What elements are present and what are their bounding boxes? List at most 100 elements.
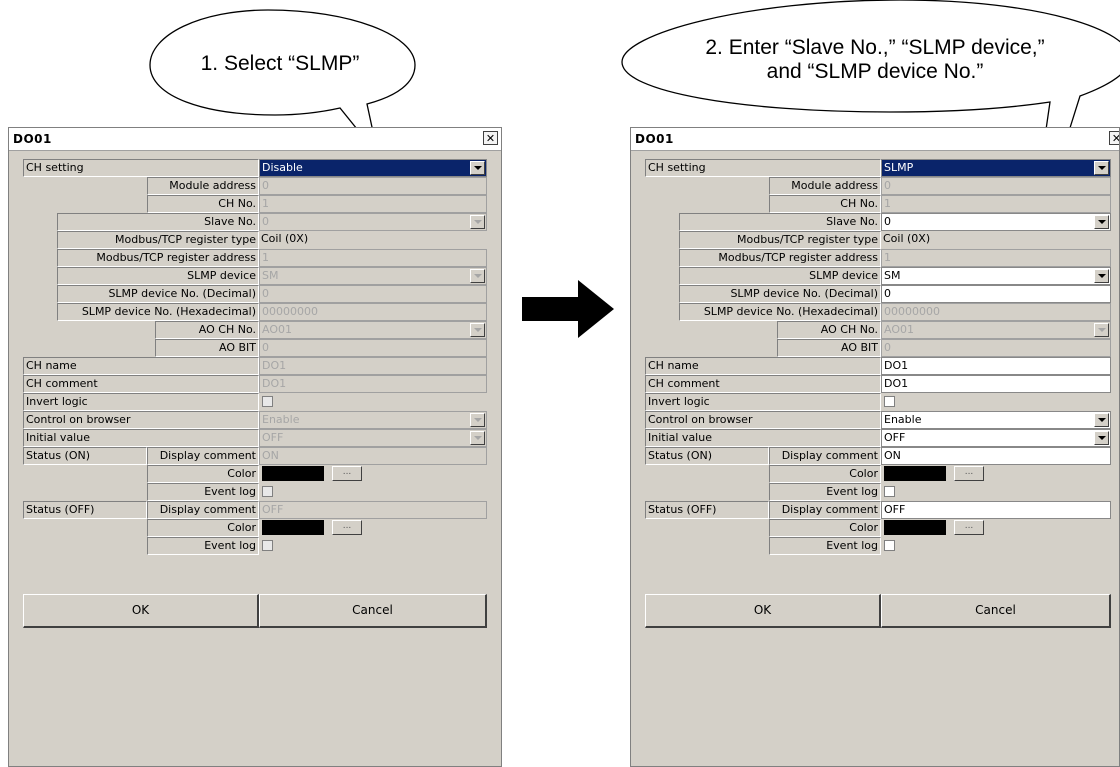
chevron-down-icon[interactable] <box>470 215 485 229</box>
chevron-down-icon[interactable] <box>1094 161 1109 175</box>
ch-comment-field[interactable]: DO1 <box>881 375 1111 393</box>
status-on-color-swatch <box>262 466 324 481</box>
chevron-down-icon[interactable] <box>470 269 485 283</box>
modbus-register-address-label: Modbus/TCP register address <box>57 249 259 267</box>
chevron-down-icon[interactable] <box>470 323 485 337</box>
slmp-device-no-hex-label: SLMP device No. (Hexadecimal) <box>679 303 881 321</box>
chevron-down-icon[interactable] <box>1094 215 1109 229</box>
status-off-color-button[interactable]: ... <box>332 520 362 535</box>
chevron-down-icon[interactable] <box>1094 431 1109 445</box>
title-bar: DO01 ✕ <box>631 128 1119 151</box>
close-button[interactable]: ✕ <box>1109 131 1119 145</box>
dialog-title: DO01 <box>635 132 674 146</box>
status-off-label: Status (OFF) <box>645 501 769 519</box>
ao-bit-field[interactable]: 0 <box>881 339 1111 357</box>
slmp-device-no-decimal-field[interactable]: 0 <box>259 285 487 303</box>
ao-ch-no-select[interactable]: AO01 <box>259 321 487 339</box>
status-on-color-label: Color <box>147 465 259 483</box>
ok-button[interactable]: OK <box>645 594 881 628</box>
right-arrow-icon <box>522 280 614 338</box>
slmp-device-no-hex-field[interactable]: 00000000 <box>259 303 487 321</box>
ch-name-field[interactable]: DO1 <box>259 357 487 375</box>
status-on-color-cell: ... <box>259 465 487 483</box>
slmp-device-select[interactable]: SM <box>881 267 1111 285</box>
ch-setting-select[interactable]: Disable <box>259 159 487 177</box>
ch-name-label: CH name <box>23 357 259 375</box>
slmp-device-no-hex-field[interactable]: 00000000 <box>881 303 1111 321</box>
chevron-down-icon[interactable] <box>1094 269 1109 283</box>
control-on-browser-value: Enable <box>262 413 300 426</box>
chevron-down-icon[interactable] <box>470 431 485 445</box>
chevron-down-icon[interactable] <box>470 413 485 427</box>
modbus-register-address-field[interactable]: 1 <box>259 249 487 267</box>
invert-logic-label: Invert logic <box>23 393 259 411</box>
ch-setting-value: Disable <box>262 161 303 174</box>
module-address-label: Module address <box>769 177 881 195</box>
chevron-down-icon[interactable] <box>1094 323 1109 337</box>
status-on-display-comment-field[interactable]: ON <box>881 447 1111 465</box>
do01-dialog-right: DO01 ✕ CH setting SLMP Module address 0 … <box>630 127 1120 767</box>
status-on-display-comment-field[interactable]: ON <box>259 447 487 465</box>
ch-no-field[interactable]: 1 <box>259 195 487 213</box>
invert-logic-cell <box>881 393 1111 411</box>
control-on-browser-select[interactable]: Enable <box>259 411 487 429</box>
ch-comment-field[interactable]: DO1 <box>259 375 487 393</box>
slmp-device-select[interactable]: SM <box>259 267 487 285</box>
status-off-color-cell: ... <box>259 519 487 537</box>
slave-no-value: 0 <box>262 215 269 228</box>
ch-comment-label: CH comment <box>23 375 259 393</box>
ch-setting-select[interactable]: SLMP <box>881 159 1111 177</box>
status-off-event-log-checkbox[interactable] <box>262 540 273 551</box>
status-on-event-log-cell <box>881 483 1111 501</box>
ch-no-field[interactable]: 1 <box>881 195 1111 213</box>
slave-no-select[interactable]: 0 <box>259 213 487 231</box>
initial-value-value: OFF <box>884 431 906 444</box>
ch-comment-label: CH comment <box>645 375 881 393</box>
status-on-label: Status (ON) <box>23 447 147 465</box>
status-on-color-button[interactable]: ... <box>954 466 984 481</box>
status-off-color-button[interactable]: ... <box>954 520 984 535</box>
status-off-event-log-label: Event log <box>147 537 259 555</box>
status-on-color-button[interactable]: ... <box>332 466 362 481</box>
status-on-event-log-checkbox[interactable] <box>884 486 895 497</box>
control-on-browser-value: Enable <box>884 413 922 426</box>
chevron-down-icon[interactable] <box>1094 413 1109 427</box>
modbus-register-address-field[interactable]: 1 <box>881 249 1111 267</box>
status-on-event-log-checkbox[interactable] <box>262 486 273 497</box>
ok-button[interactable]: OK <box>23 594 259 628</box>
status-on-event-log-label: Event log <box>147 483 259 501</box>
control-on-browser-select[interactable]: Enable <box>881 411 1111 429</box>
title-bar: DO01 ✕ <box>9 128 501 151</box>
module-address-field[interactable]: 0 <box>259 177 487 195</box>
status-off-display-comment-label: Display comment <box>769 501 881 519</box>
close-button[interactable]: ✕ <box>483 131 498 145</box>
slave-no-select[interactable]: 0 <box>881 213 1111 231</box>
status-off-display-comment-field[interactable]: OFF <box>881 501 1111 519</box>
modbus-register-type-value: Coil (0X) <box>883 232 931 245</box>
slmp-device-value: SM <box>884 269 901 282</box>
invert-logic-checkbox[interactable] <box>262 396 273 407</box>
initial-value-select[interactable]: OFF <box>259 429 487 447</box>
initial-value-label: Initial value <box>23 429 259 447</box>
cancel-button[interactable]: Cancel <box>881 594 1111 628</box>
status-off-event-log-checkbox[interactable] <box>884 540 895 551</box>
ch-name-label: CH name <box>645 357 881 375</box>
status-off-label: Status (OFF) <box>23 501 147 519</box>
slave-no-value: 0 <box>884 215 891 228</box>
cancel-button[interactable]: Cancel <box>259 594 487 628</box>
initial-value-select[interactable]: OFF <box>881 429 1111 447</box>
callout-right-line2: and “SLMP device No.” <box>766 60 984 83</box>
status-off-display-comment-field[interactable]: OFF <box>259 501 487 519</box>
status-on-label: Status (ON) <box>645 447 769 465</box>
slmp-device-no-decimal-field[interactable]: 0 <box>881 285 1111 303</box>
ao-ch-no-select[interactable]: AO01 <box>881 321 1111 339</box>
module-address-field[interactable]: 0 <box>881 177 1111 195</box>
ao-bit-field[interactable]: 0 <box>259 339 487 357</box>
status-off-event-log-cell <box>881 537 1111 555</box>
callout-right-line1: 2. Enter “Slave No.,” “SLMP device,” <box>705 36 1045 59</box>
ao-ch-no-label: AO CH No. <box>777 321 881 339</box>
chevron-down-icon[interactable] <box>470 161 485 175</box>
ch-name-field[interactable]: DO1 <box>881 357 1111 375</box>
callout-left-text: 1. Select “SLMP” <box>200 52 360 75</box>
invert-logic-checkbox[interactable] <box>884 396 895 407</box>
